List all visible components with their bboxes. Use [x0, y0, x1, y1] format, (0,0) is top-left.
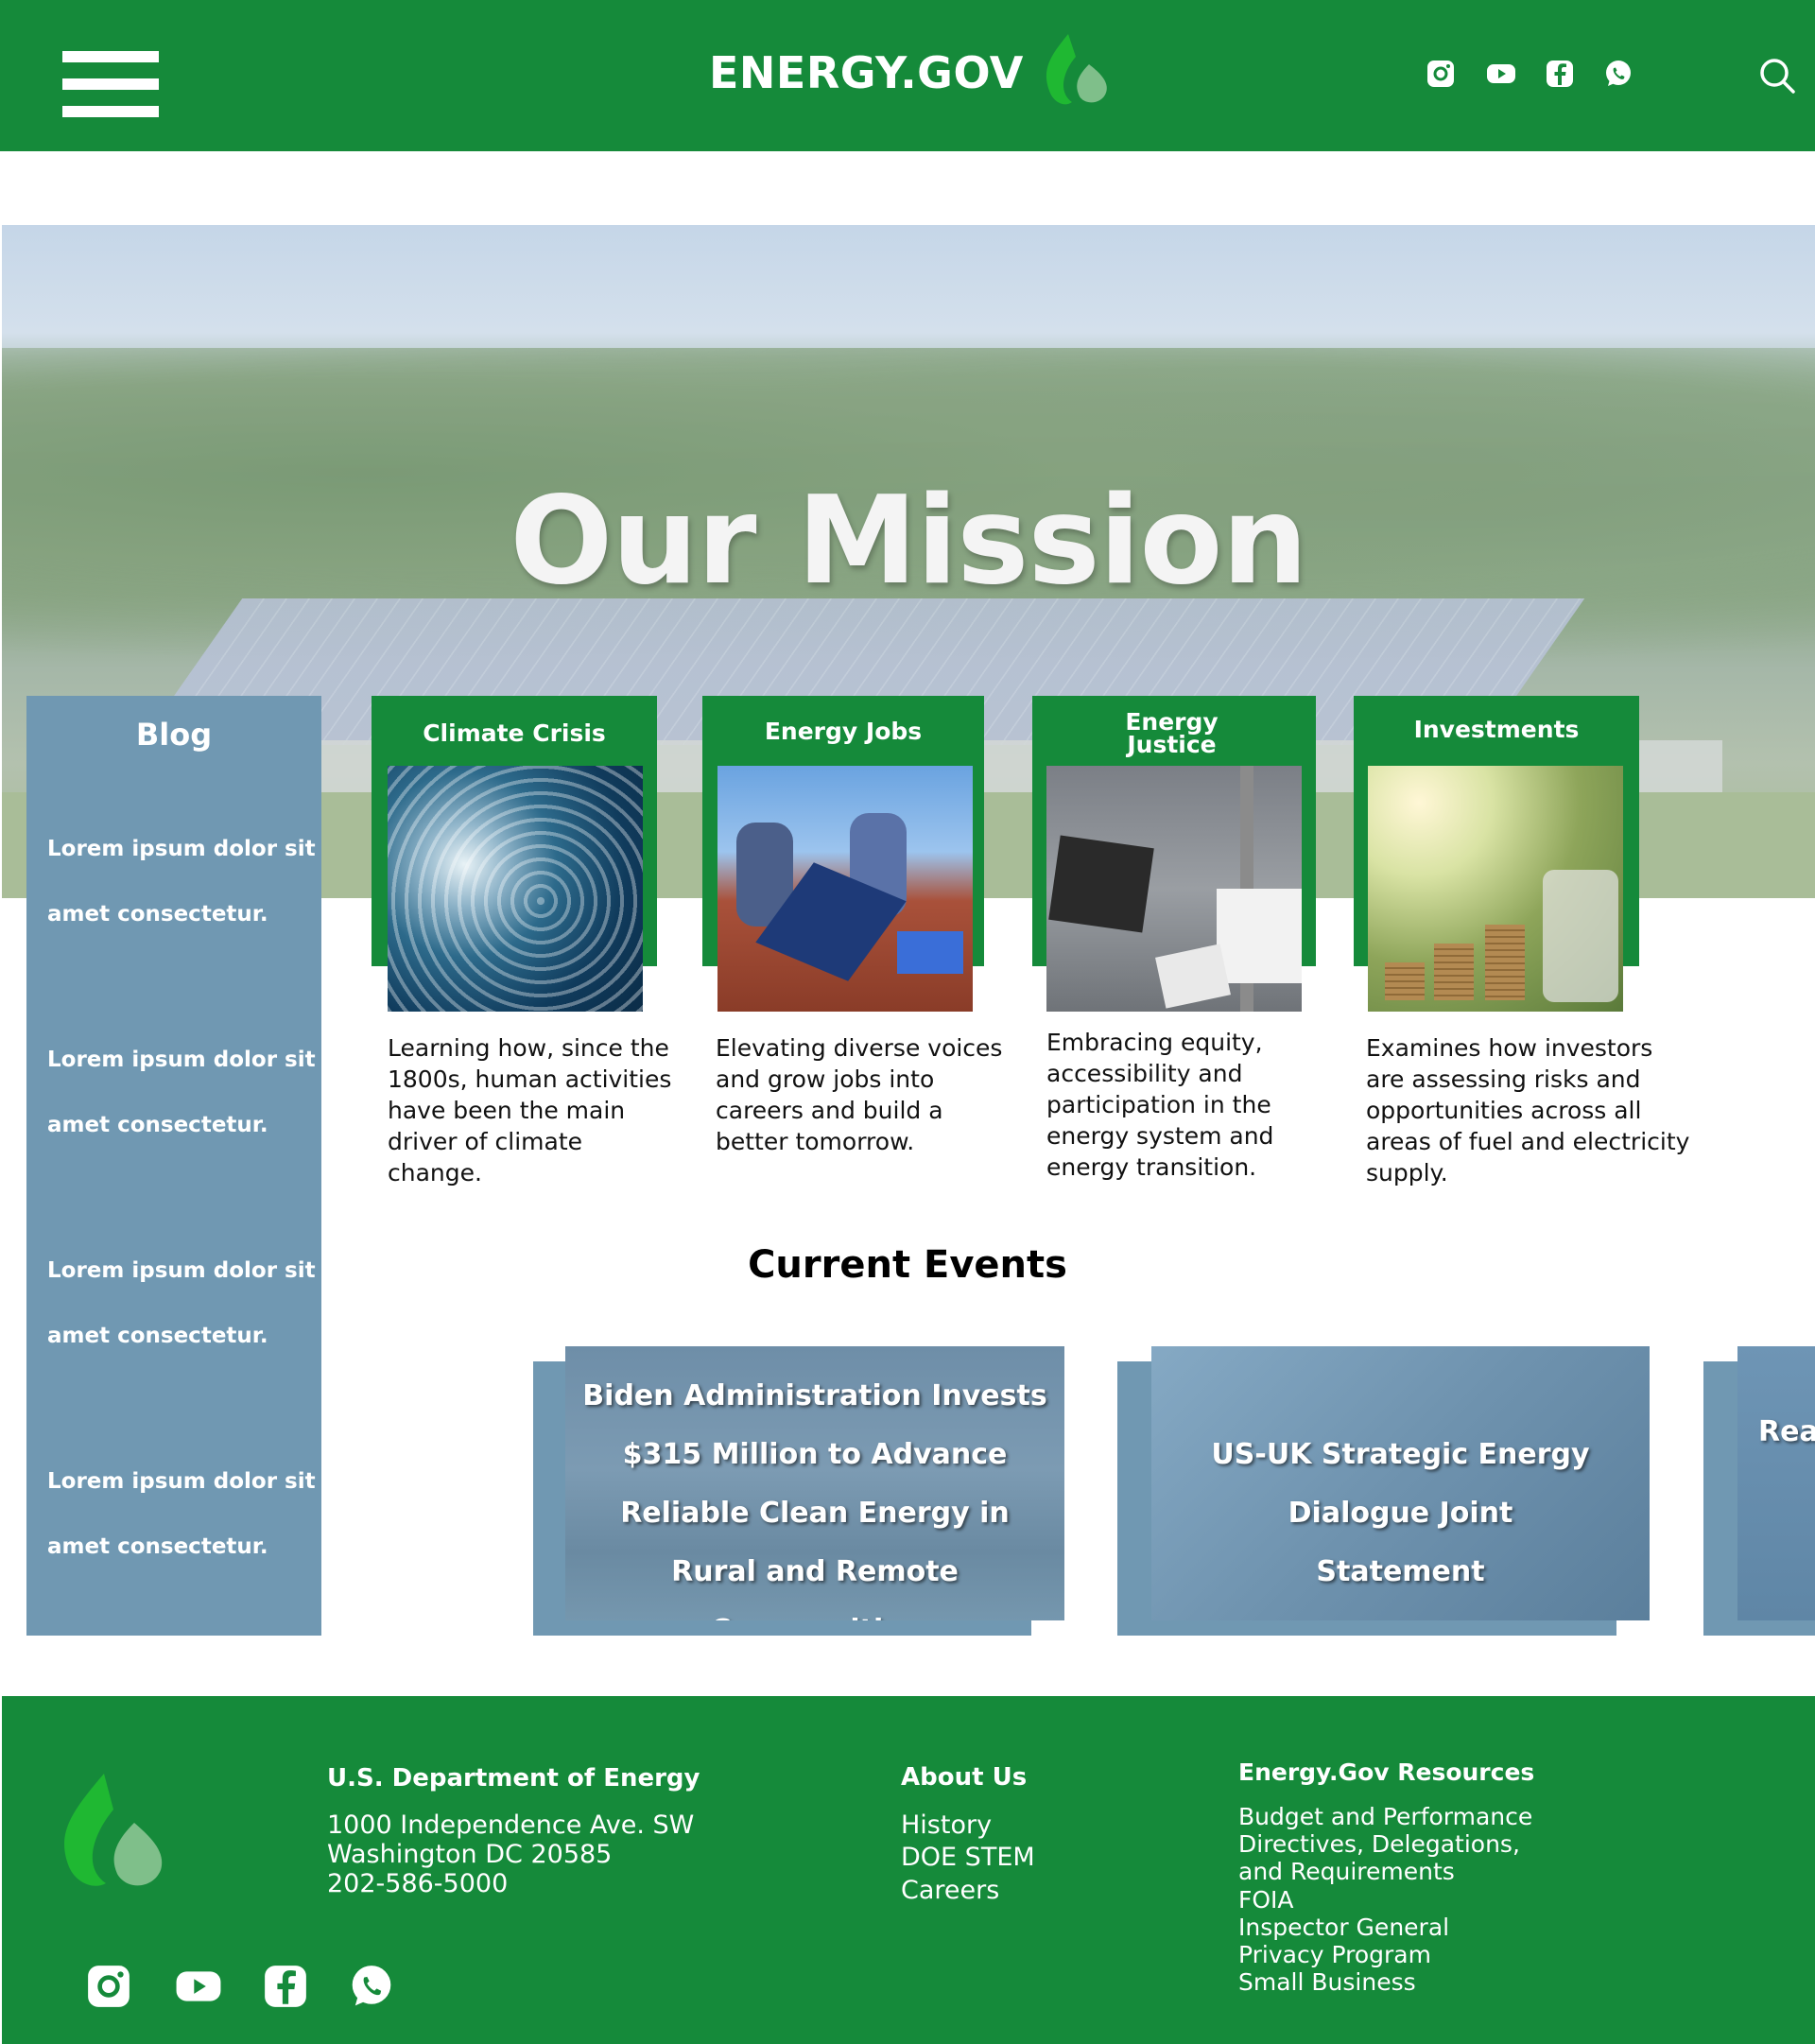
footer-link-directives[interactable]: Directives, Delegations, and Requirement…: [1238, 1830, 1550, 1885]
hero-title: Our Mission: [510, 471, 1307, 612]
event-card[interactable]: US-UK Strategic Energy Dialogue Joint St…: [1151, 1346, 1650, 1620]
blog-item[interactable]: Lorem ipsum dolor sit amet consectetur.: [47, 817, 321, 947]
current-events-title: Current Events: [748, 1243, 1067, 1287]
facebook-icon[interactable]: [1545, 59, 1575, 89]
topic-description: Learning how, since the 1800s, human act…: [388, 1034, 672, 1187]
whatsapp-icon[interactable]: [1603, 59, 1634, 89]
site-header: ENERGY.GOV: [0, 0, 1815, 151]
footer-address-line2: Washington DC 20585: [327, 1840, 613, 1869]
topic-description: Elevating diverse voices and grow jobs i…: [716, 1034, 1003, 1155]
footer-link-history[interactable]: History: [901, 1810, 992, 1842]
topic-title[interactable]: Energy Jobs: [702, 719, 984, 743]
youtube-icon[interactable]: [1486, 59, 1516, 89]
topic-title[interactable]: Energy Justice: [1089, 710, 1254, 756]
footer-link-doe-stem[interactable]: DOE STEM: [901, 1842, 1035, 1874]
footer-address-line1: 1000 Independence Ave. SW: [327, 1810, 695, 1840]
topic-description: Examines how investors are assessing ris…: [1366, 1034, 1690, 1187]
footer-org-title: U.S. Department of Energy: [327, 1764, 700, 1793]
search-icon[interactable]: [1758, 57, 1796, 95]
topic-image-coin-plants[interactable]: [1368, 766, 1623, 1012]
topic-image-solar-workers[interactable]: [717, 766, 973, 1012]
event-headline: US-UK Strategic Energy Dialogue Joint St…: [1211, 1438, 1590, 1588]
event-card[interactable]: Rea: [1737, 1346, 1815, 1620]
footer-link-inspector-general[interactable]: Inspector General: [1238, 1914, 1449, 1941]
footer-about-title: About Us: [901, 1763, 1028, 1792]
blog-item[interactable]: Lorem ipsum dolor sit amet consectetur.: [47, 1028, 321, 1158]
topic-image-protest-signs[interactable]: [1046, 766, 1302, 1012]
event-headline: Biden Administration Invests $315 Millio…: [582, 1379, 1047, 1620]
topic-title[interactable]: Investments: [1354, 718, 1639, 741]
event-card[interactable]: Biden Administration Invests $315 Millio…: [565, 1346, 1064, 1620]
instagram-icon[interactable]: [85, 1963, 132, 2010]
blog-item[interactable]: Lorem ipsum dolor sit amet consectetur.: [47, 1449, 321, 1580]
footer-link-privacy[interactable]: Privacy Program: [1238, 1941, 1431, 1968]
facebook-icon[interactable]: [262, 1963, 309, 2010]
youtube-icon[interactable]: [175, 1963, 222, 2010]
blog-sidebar: Blog Lorem ipsum dolor sit amet consecte…: [26, 696, 321, 1636]
energy-drop-logo-icon[interactable]: [1040, 32, 1110, 108]
footer-link-careers[interactable]: Careers: [901, 1875, 999, 1907]
footer-link-budget[interactable]: Budget and Performance: [1238, 1803, 1532, 1830]
site-brand[interactable]: ENERGY.GOV: [709, 47, 1024, 98]
topic-image-ocean-waves[interactable]: [388, 766, 643, 1012]
energy-drop-logo-icon[interactable]: [55, 1770, 166, 1893]
footer-resources-title: Energy.Gov Resources: [1238, 1758, 1535, 1786]
event-headline: Rea: [1758, 1415, 1815, 1448]
blog-title: Blog: [135, 717, 213, 753]
footer-link-foia[interactable]: FOIA: [1238, 1886, 1294, 1914]
topic-description: Embracing equity, accessibility and part…: [1046, 1029, 1274, 1181]
hamburger-menu-icon[interactable]: [62, 51, 159, 117]
topic-title[interactable]: Climate Crisis: [372, 721, 657, 745]
footer-link-small-business[interactable]: Small Business: [1238, 1968, 1416, 1996]
footer-phone[interactable]: 202-586-5000: [327, 1869, 508, 1898]
instagram-icon[interactable]: [1426, 59, 1456, 89]
whatsapp-icon[interactable]: [348, 1963, 395, 2010]
